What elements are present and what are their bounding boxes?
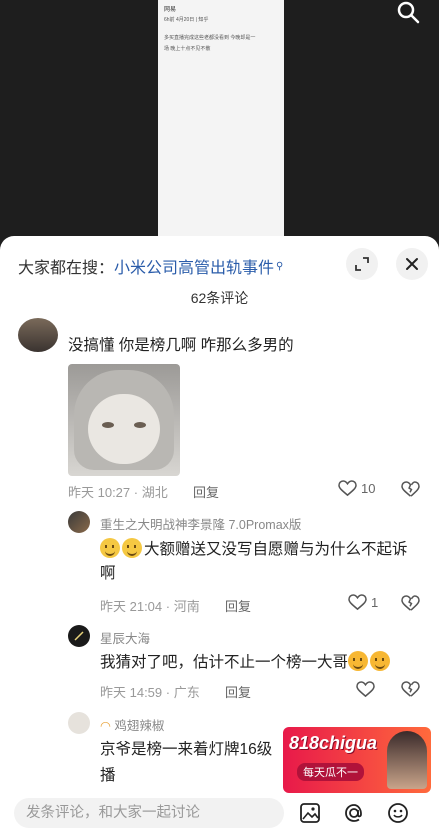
comment-text: 我猜对了吧，估计不止一个榜一大哥 [100,651,420,675]
search-icon: ⚲ [276,260,284,272]
reply-button[interactable]: 回复 [225,682,251,701]
broken-heart-icon[interactable] [401,595,420,612]
emoji-icon[interactable] [384,799,412,827]
hot-search-prefix: 大家都在搜： [18,260,115,277]
avatar[interactable] [68,511,90,533]
avatar[interactable] [68,712,90,734]
ad-brand: 818chigua [289,733,378,753]
comment-meta: 昨天 10:27 · 湖北 [68,485,168,500]
username-text: 鸡翅辣椒 [114,719,165,733]
cat-eye [134,422,146,428]
article-preview: 网易 6h前 4月20日 | 知乎 多买直播完成这些老都没看到 今晚却是一 场 … [158,0,284,245]
comments-sheet: 大家都在搜： 小米公司高管出轨事件 ⚲ 62条评论 没搞懂 你是榜几啊 咋那么多… [0,236,439,830]
comment-input-bar: 发条评论，和大家一起讨论 [0,796,439,830]
reply-button[interactable]: 回复 [225,596,251,615]
hot-search-term[interactable]: 小米公司高管出轨事件 [114,254,274,278]
laugh-cry-emoji-icon [348,651,369,671]
like-button[interactable]: 1 [348,594,378,611]
mention-icon[interactable] [340,799,368,827]
like-count: 1 [371,595,379,610]
comment-text-body: 大额赠送又没写自愿赠与为什么不起诉啊 [100,541,408,582]
hot-search-row[interactable]: 大家都在搜： 小米公司高管出轨事件 ⚲ [18,254,283,278]
comment-text: 大额赠送又没写自愿赠与为什么不起诉啊 [100,538,420,586]
smile-emoji-icon [122,538,142,558]
avatar[interactable] [68,625,90,647]
background-video-area[interactable]: 网易 6h前 4月20日 | 知乎 多买直播完成这些老都没看到 今晚却是一 场 … [0,0,439,250]
heart-icon [348,594,367,611]
ad-banner[interactable]: 818chigua 每天瓜不一 [283,727,431,793]
comment-username[interactable]: 重生之大明战神李景隆 7.0Promax版 [100,514,301,533]
star-icon [74,631,84,641]
rainbow-icon: ◠ [100,719,111,733]
doc-line: 网易 [164,7,177,13]
search-icon[interactable] [395,0,421,26]
cat-face [88,394,160,464]
reply-button[interactable]: 回复 [193,482,219,501]
ad-person-image [387,731,427,789]
like-button[interactable]: 10 [338,480,375,497]
laugh-cry-emoji-icon [370,651,391,671]
comment-image[interactable] [68,364,180,476]
comment-username[interactable]: ◠ 鸡翅辣椒 [100,715,164,734]
broken-heart-icon[interactable] [401,681,420,698]
cat-eye [102,422,114,428]
comment-text: 京爷是榜一来着灯牌16级 [100,741,273,758]
comment-text-continued: 播 [100,767,116,784]
close-button[interactable] [396,248,428,280]
heart-icon[interactable] [356,681,375,698]
image-icon[interactable] [296,799,324,827]
comment-text: 没搞懂 你是榜几啊 咋那么多男的 [68,337,294,354]
comment-text-body: 我猜对了吧，估计不止一个榜一大哥 [100,654,349,671]
comment-count: 62条评论 [190,290,249,306]
doc-line: 多买直播完成这些老都没看到 今晚却是一 [164,35,256,41]
comment-input[interactable]: 发条评论，和大家一起讨论 [14,798,284,828]
doc-line: 6h前 4月20日 | 知乎 [164,17,209,23]
comment-username[interactable]: 星辰大海 [100,628,150,647]
comment-meta: 昨天 21:04 · 河南 [100,599,200,614]
expand-icon [355,257,369,271]
smile-emoji-icon [100,538,120,558]
like-count: 10 [361,481,376,496]
expand-button[interactable] [346,248,378,280]
ad-sub: 每天瓜不一 [297,763,364,781]
broken-heart-icon[interactable] [401,481,420,498]
comment-meta: 昨天 14:59 · 广东 [100,685,200,700]
doc-line: 场 晚上十点不见不散 [164,46,211,52]
avatar[interactable] [18,318,58,352]
close-icon [406,258,418,270]
heart-icon [338,480,357,497]
